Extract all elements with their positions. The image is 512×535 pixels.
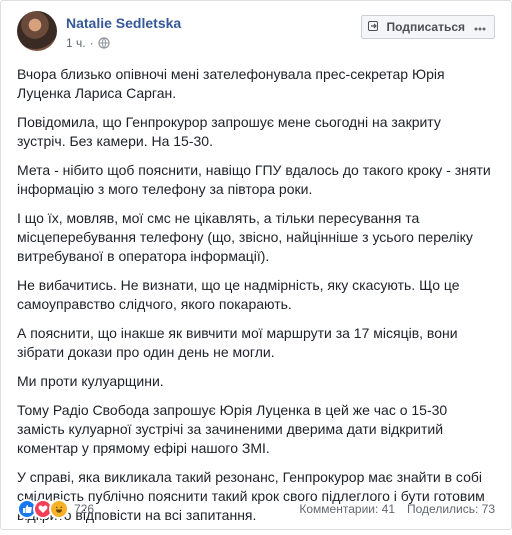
post-time[interactable]: 1 ч. bbox=[66, 36, 86, 50]
author-name[interactable]: Natalie Sedletska bbox=[66, 15, 181, 31]
post-paragraph: Тому Радіо Свобода запрошує Юрія Луценка… bbox=[17, 402, 448, 456]
post-paragraph: Не вибачитись. Не визнати, що це надмірн… bbox=[17, 277, 460, 312]
reactions-summary[interactable]: 726 bbox=[17, 499, 94, 519]
haha-icon bbox=[49, 499, 69, 519]
post-footer: 726 Комментарии: 41 Поделились: 73 bbox=[17, 498, 495, 520]
more-options-icon[interactable] bbox=[474, 20, 486, 34]
post-paragraph: Повідомила, що Генпрокурор запрошує мене… bbox=[17, 114, 441, 149]
post-meta: 1 ч. · bbox=[66, 36, 110, 50]
post-paragraph: Ми проти кулуарщини. bbox=[17, 373, 164, 389]
subscribe-label: Подписаться bbox=[386, 20, 465, 34]
post-paragraph: Вчора близько опівночі мені зателефонува… bbox=[17, 66, 445, 101]
subscribe-icon bbox=[367, 21, 382, 33]
shares-count[interactable]: Поделились: 73 bbox=[407, 502, 495, 516]
reaction-count: 726 bbox=[74, 502, 95, 516]
post-paragraph: А пояснити, що інакше як вивчити мої мар… bbox=[17, 325, 458, 360]
post-body: Вчора близько опівночі мені зателефонува… bbox=[17, 65, 493, 535]
facebook-post: Natalie Sedletska 1 ч. · Подписаться Вчо… bbox=[0, 0, 512, 530]
post-paragraph: І що їх, мовляв, мої смс не цікавлять, а… bbox=[17, 210, 473, 264]
author-avatar[interactable] bbox=[17, 11, 57, 51]
post-header: Natalie Sedletska 1 ч. · Подписаться bbox=[17, 9, 495, 53]
subscribe-button[interactable]: Подписаться bbox=[360, 15, 495, 39]
engagement-counts: Комментарии: 41 Поделились: 73 bbox=[299, 502, 495, 516]
meta-separator: · bbox=[89, 36, 94, 50]
comments-count[interactable]: Комментарии: 41 bbox=[299, 502, 395, 516]
globe-icon[interactable] bbox=[97, 37, 110, 49]
post-paragraph: Мета - нібито щоб пояснити, навіщо ГПУ в… bbox=[17, 162, 491, 197]
